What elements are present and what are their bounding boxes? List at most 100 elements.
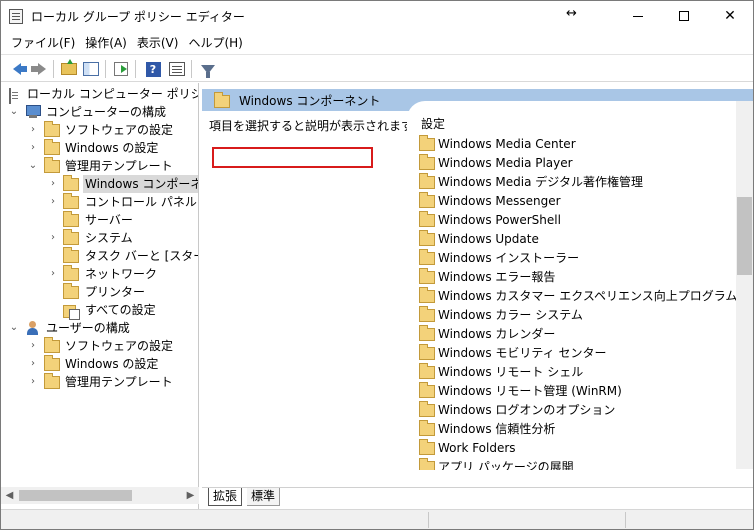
- list-item-label: Windows モビリティ センター: [438, 346, 607, 360]
- tree-item-windows-settings[interactable]: › Windows の設定: [1, 139, 198, 157]
- maximize-button[interactable]: [661, 1, 707, 31]
- collapse-chevron-icon[interactable]: ⌄: [27, 157, 39, 175]
- export-list-button[interactable]: [111, 59, 131, 79]
- menu-help[interactable]: ヘルプ(H): [183, 31, 247, 53]
- tree-item-computer-config[interactable]: ⌄ コンピューターの構成: [1, 103, 198, 121]
- tree-item-label: Windows の設定: [65, 141, 159, 155]
- tree-item-admin-templates[interactable]: ⌄ 管理用テンプレート: [1, 157, 198, 175]
- folder-icon: [63, 247, 79, 263]
- scrollbar-thumb[interactable]: [19, 490, 132, 501]
- menu-view[interactable]: 表示(V): [132, 31, 184, 53]
- list-item[interactable]: Windows リモート管理 (WinRM): [417, 382, 737, 401]
- list-item[interactable]: Windows ログオンのオプション: [417, 401, 737, 420]
- list-item[interactable]: Windows カスタマー エクスペリエンス向上プログラム: [417, 287, 737, 306]
- tree-item-windows-components[interactable]: › Windows コンポーネント: [1, 175, 198, 193]
- status-separator: [625, 512, 626, 528]
- folder-icon: [63, 193, 79, 209]
- menu-file[interactable]: ファイル(F): [6, 31, 80, 53]
- folder-icon: [63, 229, 79, 245]
- expand-chevron-icon[interactable]: ›: [47, 193, 59, 211]
- folder-icon: [419, 344, 435, 360]
- close-button[interactable]: ✕: [707, 1, 753, 31]
- tree-item-local-computer-policy[interactable]: ローカル コンピューター ポリシー: [1, 85, 198, 104]
- list-item[interactable]: Windows リモート シェル: [417, 363, 737, 382]
- tree-item-label: コンピューターの構成: [46, 105, 167, 119]
- help-icon: ?: [145, 61, 161, 77]
- folder-icon: [419, 458, 435, 470]
- list-item[interactable]: Windows エラー報告: [417, 268, 737, 287]
- list-item[interactable]: アプリ パッケージの展開: [417, 458, 737, 470]
- scroll-left-arrow-icon[interactable]: ◀: [1, 487, 18, 504]
- tree-item-label: 管理用テンプレート: [65, 375, 173, 389]
- expand-chevron-icon[interactable]: ›: [27, 373, 39, 391]
- folder-icon: [419, 363, 435, 379]
- list-item[interactable]: Windows カラー システム: [417, 306, 737, 325]
- minimize-icon: [633, 15, 643, 17]
- tree-item-user-admin-templates[interactable]: › 管理用テンプレート: [1, 373, 198, 391]
- forward-button[interactable]: [29, 59, 49, 79]
- expand-chevron-icon[interactable]: ›: [27, 139, 39, 157]
- tree-item-system[interactable]: › システム: [1, 229, 198, 247]
- tree-item-all-settings[interactable]: すべての設定: [1, 301, 198, 320]
- minimize-button[interactable]: [615, 1, 661, 31]
- show-hide-tree-button[interactable]: [81, 59, 101, 79]
- tree-item-user-windows-settings[interactable]: › Windows の設定: [1, 355, 198, 373]
- tree-item-network[interactable]: › ネットワーク: [1, 265, 198, 283]
- console-tree-icon: [83, 62, 99, 76]
- window-title: ローカル グループ ポリシー エディター: [31, 10, 245, 24]
- tab-standard[interactable]: 標準: [247, 488, 281, 506]
- collapse-chevron-icon[interactable]: ⌄: [8, 103, 20, 121]
- list-item[interactable]: Windows 信頼性分析: [417, 420, 737, 439]
- list-item[interactable]: Work Folders: [417, 439, 737, 458]
- back-arrow-icon: [13, 63, 27, 75]
- menu-bar: ファイル(F) 操作(A) 表示(V) ヘルプ(H): [1, 31, 753, 53]
- help-button[interactable]: ?: [143, 59, 163, 79]
- list-item[interactable]: Windows カレンダー: [417, 325, 737, 344]
- expand-chevron-icon[interactable]: ›: [27, 121, 39, 139]
- list-item-label: Windows PowerShell: [438, 213, 561, 227]
- properties-button[interactable]: [167, 59, 187, 79]
- list-item-label: Windows Media デジタル著作権管理: [438, 175, 643, 189]
- folder-icon: [44, 121, 60, 137]
- tree-horizontal-scrollbar[interactable]: ◀ ▶: [1, 487, 199, 504]
- title-bar[interactable]: ローカル グループ ポリシー エディター ↔ ✕: [1, 1, 753, 31]
- folder-icon: [44, 373, 60, 389]
- list-item[interactable]: Windows PowerShell: [417, 211, 737, 230]
- tree-item-control-panel[interactable]: › コントロール パネル: [1, 193, 198, 211]
- console-tree[interactable]: ローカル コンピューター ポリシー ⌄ コンピューターの構成 › ソフトウェアの…: [1, 83, 199, 509]
- scroll-right-arrow-icon[interactable]: ▶: [182, 487, 199, 504]
- scrollbar-thumb[interactable]: [737, 197, 752, 275]
- list-vertical-scrollbar[interactable]: [736, 101, 753, 469]
- tree-item-user-software-settings[interactable]: › ソフトウェアの設定: [1, 337, 198, 355]
- list-item[interactable]: Windows モビリティ センター: [417, 344, 737, 363]
- back-button[interactable]: [7, 59, 27, 79]
- settings-list[interactable]: 設定 Windows Media Center Windows Media Pl…: [407, 101, 753, 489]
- list-item[interactable]: Windows Media Center: [417, 135, 737, 154]
- expand-chevron-icon[interactable]: ›: [27, 337, 39, 355]
- list-item[interactable]: Windows インストーラー: [417, 249, 737, 268]
- tree-item-user-config[interactable]: ⌄ ユーザーの構成: [1, 319, 198, 337]
- tab-extended[interactable]: 拡張: [208, 488, 243, 506]
- tree-item-server[interactable]: サーバー: [1, 211, 198, 229]
- column-header-setting[interactable]: 設定: [421, 115, 445, 132]
- expand-chevron-icon[interactable]: ›: [47, 229, 59, 247]
- computer-icon: [25, 105, 41, 119]
- expand-chevron-icon[interactable]: ›: [47, 175, 59, 193]
- tree-item-printers[interactable]: プリンター: [1, 283, 198, 301]
- tree-item-software-settings[interactable]: › ソフトウェアの設定: [1, 121, 198, 139]
- list-item[interactable]: Windows Media Player: [417, 154, 737, 173]
- tree-item-label: プリンター: [85, 285, 146, 299]
- filter-button[interactable]: [198, 59, 218, 79]
- tree-item-taskbar-start[interactable]: タスク バーと [スタート] メ: [1, 247, 198, 265]
- list-item[interactable]: Windows Messenger: [417, 192, 737, 211]
- tree-item-label: ソフトウェアの設定: [65, 339, 174, 353]
- folder-icon: [214, 92, 230, 108]
- list-item-windows-update[interactable]: Windows Update: [417, 230, 737, 249]
- up-one-level-button[interactable]: [59, 59, 79, 79]
- expand-chevron-icon[interactable]: ›: [47, 265, 59, 283]
- expand-chevron-icon[interactable]: ›: [27, 355, 39, 373]
- folder-icon: [419, 230, 435, 246]
- collapse-chevron-icon[interactable]: ⌄: [8, 319, 20, 337]
- list-item[interactable]: Windows Media デジタル著作権管理: [417, 173, 737, 192]
- menu-action[interactable]: 操作(A): [80, 31, 132, 53]
